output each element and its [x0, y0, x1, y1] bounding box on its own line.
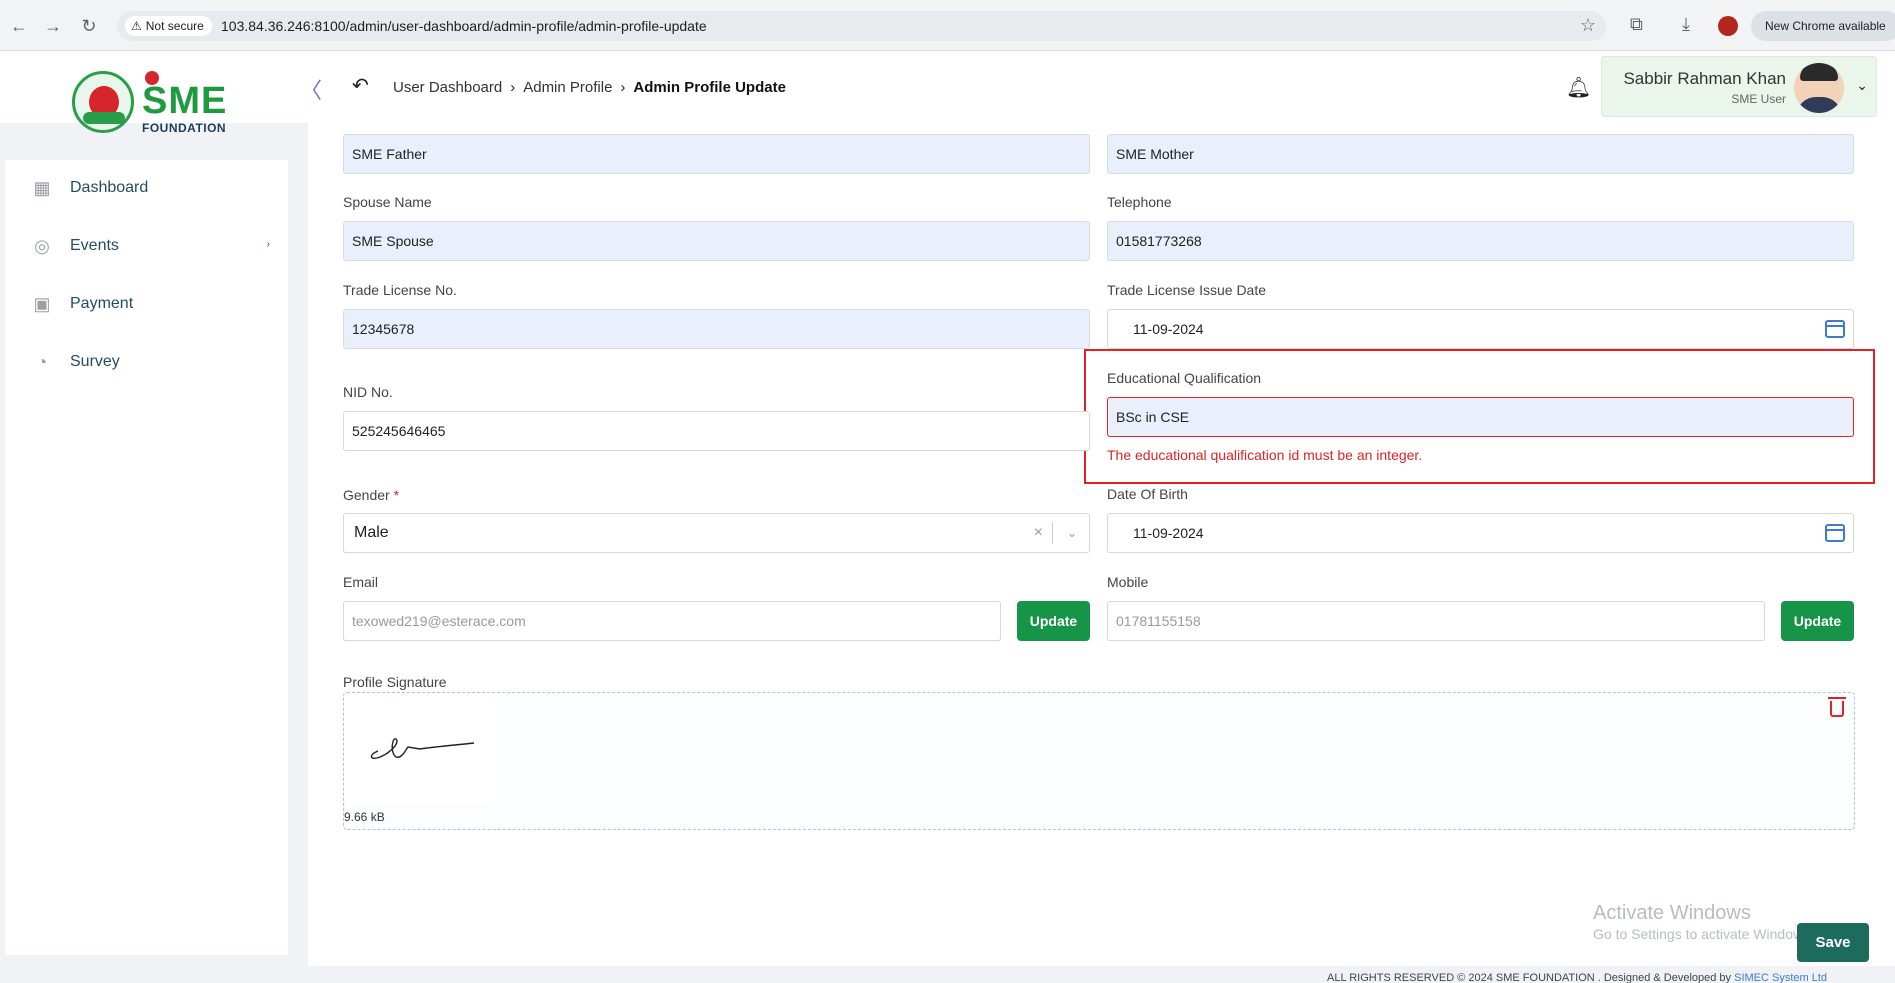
sidebar-item-survey[interactable]: ◔ Survey: [5, 343, 288, 383]
mobile-label: Mobile: [1107, 574, 1149, 590]
gender-select[interactable]: Male × ⌄: [343, 513, 1090, 553]
signature-size: 9.66 kB: [344, 810, 385, 824]
sidebar: ▦ Dashboard ◎ Events › ▣ Payment ◔ Surve…: [5, 160, 288, 955]
chevron-right-icon: ›: [620, 79, 626, 96]
events-icon: ◎: [34, 236, 50, 256]
breadcrumb: User Dashboard › Admin Profile › Admin P…: [393, 79, 786, 96]
chevron-right-icon: ›: [266, 239, 270, 250]
signature-label: Profile Signature: [343, 674, 447, 690]
sidebar-item-payment[interactable]: ▣ Payment: [5, 285, 288, 325]
email-update-button[interactable]: Update: [1017, 601, 1090, 641]
email-field[interactable]: texowed219@esterace.com: [343, 601, 1001, 641]
spouse-label: Spouse Name: [343, 194, 432, 210]
sidebar-item-events[interactable]: ◎ Events ›: [5, 227, 288, 267]
undo-back-icon[interactable]: ↶: [352, 73, 369, 98]
mobile-field[interactable]: 01781155158: [1107, 601, 1765, 641]
app-header: SME FOUNDATION 〈 ↶ User Dashboard › Admi…: [0, 51, 1895, 135]
gender-selected-value: Male: [354, 524, 389, 541]
logo-sme-text: SME: [142, 80, 228, 122]
sidebar-item-dashboard[interactable]: ▦ Dashboard: [5, 169, 288, 209]
pie-chart-icon: ◔: [36, 352, 48, 372]
footer: ALL RIGHTS RESERVED © 2024 SME FOUNDATIO…: [1327, 972, 1827, 983]
forward-arrow-icon[interactable]: →: [42, 15, 64, 37]
chevron-right-icon: ›: [510, 79, 516, 96]
payment-icon: ▣: [33, 294, 51, 314]
collapse-sidebar-icon[interactable]: 〈: [300, 73, 322, 105]
user-role: SME User: [1731, 92, 1786, 106]
user-menu[interactable]: Sabbir Rahman Khan SME User ⌄: [1601, 56, 1877, 117]
url-text[interactable]: 103.84.36.246:8100/admin/user-dashboard/…: [221, 18, 707, 34]
government-seal-icon: [72, 71, 134, 133]
date-of-birth-field[interactable]: 11-09-2024: [1107, 513, 1854, 553]
breadcrumb-current: Admin Profile Update: [633, 79, 786, 96]
breadcrumb-admin-profile[interactable]: Admin Profile: [523, 79, 612, 96]
mother-name-field[interactable]: SME Mother: [1107, 134, 1854, 174]
signature-drawing: [370, 738, 475, 760]
dob-label: Date Of Birth: [1107, 486, 1188, 502]
sidebar-item-label: Survey: [70, 353, 120, 370]
breadcrumb-user-dashboard[interactable]: User Dashboard: [393, 79, 502, 96]
star-icon[interactable]: ☆: [1580, 15, 1596, 36]
telephone-field[interactable]: 01581773268: [1107, 221, 1854, 261]
windows-watermark-subtitle: Go to Settings to activate Windows.: [1593, 926, 1814, 942]
gender-label-text: Gender: [343, 487, 390, 503]
trade-issue-label: Trade License Issue Date: [1107, 282, 1267, 298]
mobile-update-button[interactable]: Update: [1781, 601, 1854, 641]
user-name: Sabbir Rahman Khan: [1623, 69, 1786, 88]
download-icon[interactable]: ⤓: [1682, 14, 1690, 35]
father-name-field[interactable]: SME Father: [343, 134, 1090, 174]
bell-icon[interactable]: 🔔︎: [1566, 75, 1591, 100]
spouse-name-field[interactable]: SME Spouse: [343, 221, 1090, 261]
footer-text: ALL RIGHTS RESERVED © 2024 SME FOUNDATIO…: [1327, 972, 1732, 983]
extensions-icon[interactable]: ⧉: [1630, 14, 1643, 35]
address-bar[interactable]: ⚠ Not secure 103.84.36.246:8100/admin/use…: [117, 11, 1606, 41]
sidebar-item-label: Payment: [70, 295, 134, 312]
windows-watermark-title: Activate Windows: [1593, 902, 1751, 924]
calendar-icon[interactable]: [1825, 524, 1845, 542]
chevron-down-icon[interactable]: ⌄: [1067, 514, 1077, 552]
error-highlight-box: [1084, 349, 1875, 484]
signature-upload-area[interactable]: 9.66 kB: [343, 692, 1855, 830]
calendar-icon[interactable]: [1825, 320, 1845, 338]
trade-license-label: Trade License No.: [343, 282, 457, 298]
trade-license-field[interactable]: 12345678: [343, 309, 1090, 349]
avatar: [1794, 63, 1844, 113]
nid-label: NID No.: [343, 384, 393, 400]
new-chrome-button[interactable]: New Chrome available: [1751, 11, 1895, 41]
reload-icon[interactable]: ↻: [78, 15, 100, 37]
dob-value: 11-09-2024: [1133, 525, 1204, 541]
clear-icon[interactable]: ×: [1034, 514, 1043, 552]
sidebar-item-label: Events: [70, 237, 119, 254]
warning-icon: ⚠: [131, 19, 142, 33]
select-divider: [1052, 522, 1053, 544]
gender-label: Gender *: [343, 487, 399, 503]
browser-toolbar: ← → ↻ ⚠ Not secure 103.84.36.246:8100/adm…: [0, 0, 1895, 51]
save-button[interactable]: Save: [1797, 923, 1869, 962]
trade-issue-date-field[interactable]: 11-09-2024: [1107, 309, 1854, 349]
trade-issue-date-value: 11-09-2024: [1133, 321, 1204, 337]
logo-foundation-text: FOUNDATION: [142, 121, 227, 135]
sme-foundation-logo[interactable]: SME FOUNDATION: [72, 71, 242, 137]
grid-icon: ▦: [33, 178, 51, 198]
signature-image: [346, 695, 494, 805]
trash-icon[interactable]: [1828, 697, 1846, 717]
back-arrow-icon[interactable]: ←: [8, 15, 30, 37]
telephone-label: Telephone: [1107, 194, 1172, 210]
security-chip[interactable]: ⚠ Not secure: [125, 16, 212, 36]
nid-field[interactable]: 525245646465: [343, 411, 1090, 451]
chevron-down-icon[interactable]: ⌄: [1856, 77, 1868, 94]
profile-avatar-icon[interactable]: [1718, 16, 1738, 36]
sidebar-item-label: Dashboard: [70, 179, 149, 196]
footer-link[interactable]: SIMEC System Ltd: [1734, 972, 1827, 983]
required-mark: *: [393, 487, 400, 503]
email-label: Email: [343, 574, 379, 590]
